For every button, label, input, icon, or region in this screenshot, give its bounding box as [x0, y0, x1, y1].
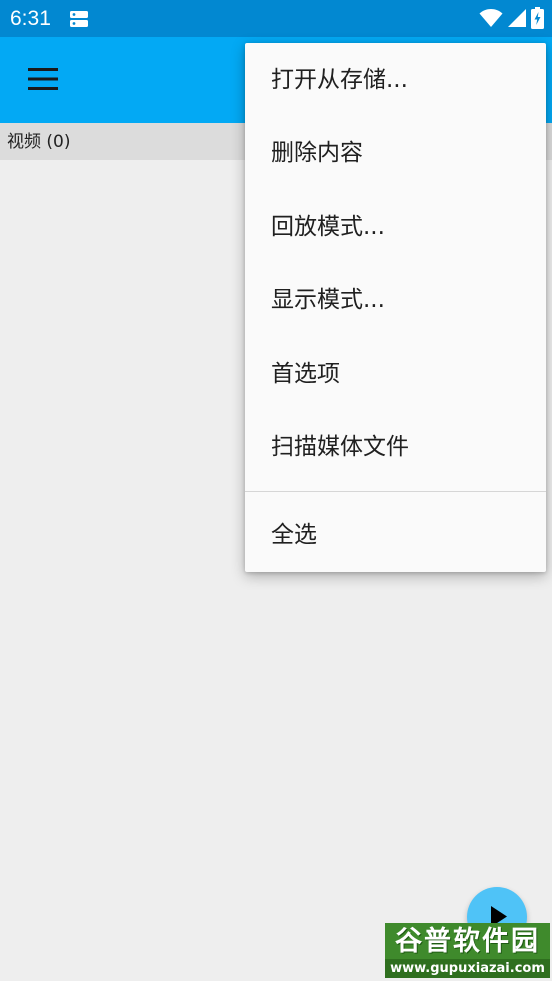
- menu-item-label: 打开从存储...: [271, 67, 408, 93]
- menu-divider: [245, 491, 546, 492]
- menu-item-open-from-storage[interactable]: 打开从存储...: [245, 43, 546, 116]
- menu-item-playback-mode[interactable]: 回放模式...: [245, 190, 546, 263]
- status-time: 6:31: [10, 7, 51, 30]
- wifi-icon: [479, 9, 503, 27]
- status-icons: [479, 7, 544, 29]
- menu-item-delete-content[interactable]: 删除内容: [245, 116, 546, 189]
- watermark-url: www.gupuxiazai.com: [385, 959, 550, 978]
- section-label: 视频 (0): [7, 132, 71, 152]
- watermark-logo: 谷普软件园 www.gupuxiazai.com: [385, 923, 550, 978]
- menu-item-label: 显示模式...: [271, 287, 385, 313]
- watermark-brand: 谷普软件园: [395, 926, 540, 957]
- overflow-menu: 打开从存储... 删除内容 回放模式... 显示模式... 首选项 扫描媒体文件…: [245, 43, 546, 572]
- menu-icon[interactable]: [28, 67, 58, 91]
- menu-item-display-mode[interactable]: 显示模式...: [245, 263, 546, 336]
- menu-item-label: 全选: [271, 522, 317, 548]
- menu-item-select-all[interactable]: 全选: [245, 498, 546, 571]
- menu-item-label: 回放模式...: [271, 214, 385, 240]
- signal-icon: [508, 9, 526, 27]
- menu-item-label: 删除内容: [271, 140, 363, 166]
- status-bar: 6:31: [0, 0, 552, 37]
- battery-charging-icon: [531, 7, 544, 29]
- menu-item-preferences[interactable]: 首选项: [245, 337, 546, 410]
- menu-item-scan-media-files[interactable]: 扫描媒体文件: [245, 410, 546, 483]
- menu-item-label: 扫描媒体文件: [271, 434, 409, 460]
- sim-card-icon: [70, 11, 88, 27]
- menu-item-label: 首选项: [271, 361, 340, 387]
